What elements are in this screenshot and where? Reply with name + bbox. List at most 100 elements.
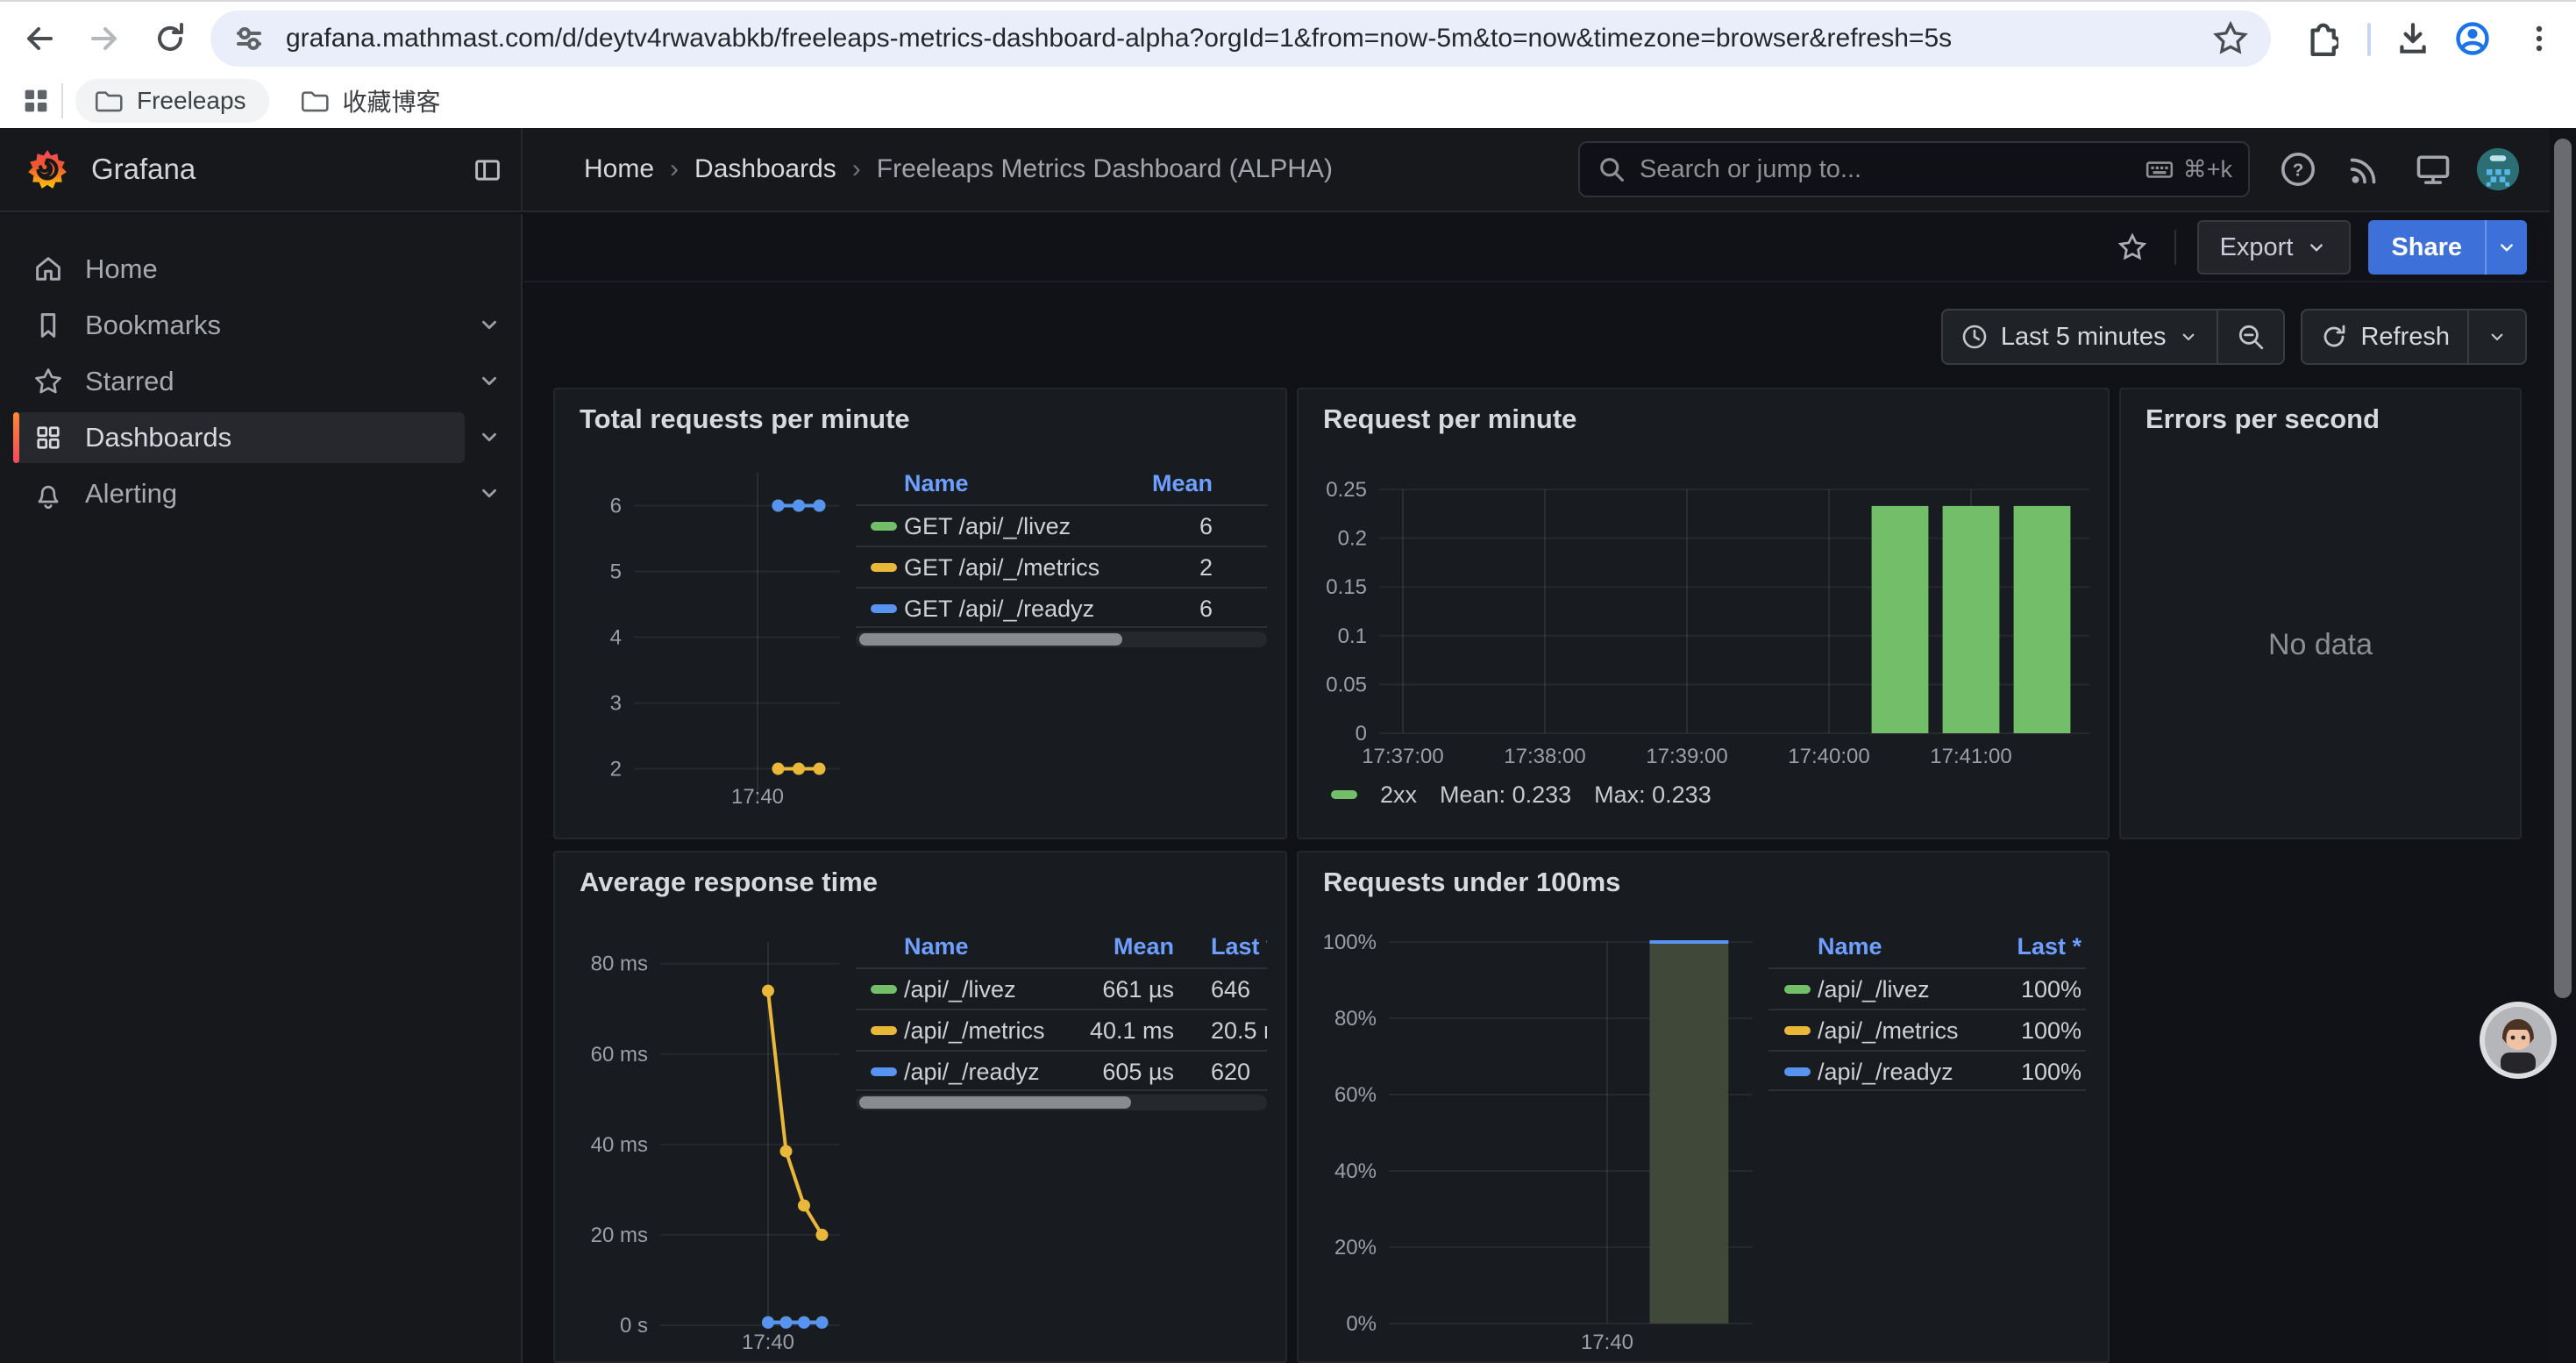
chevron-down-icon[interactable]: [476, 424, 502, 450]
sidebar-item-home[interactable]: Home: [13, 244, 465, 295]
data-point[interactable]: [762, 985, 774, 997]
share-button[interactable]: Share: [2368, 220, 2485, 275]
data-point[interactable]: [772, 500, 785, 512]
x-tick-label: 17:40:00: [1788, 745, 1869, 768]
share-button-group: Share: [2368, 220, 2527, 275]
browser-forward-button[interactable]: [84, 18, 126, 60]
legend-table-row[interactable]: /api/_/readyz100%: [1768, 1050, 2086, 1091]
data-point[interactable]: [816, 1317, 829, 1329]
legend-table-row[interactable]: /api/_/livez661 µs646: [856, 967, 1267, 1009]
browser-reload-button[interactable]: [149, 18, 191, 60]
legend-hscrollbar-thumb[interactable]: [859, 1096, 1131, 1109]
url-bar[interactable]: grafana.mathmast.com/d/deytv4rwavabkb/fr…: [210, 11, 2271, 67]
grafana-brand[interactable]: Grafana: [26, 148, 196, 190]
refresh-interval-dropdown[interactable]: [2467, 310, 2525, 363]
column-header[interactable]: Mean: [856, 463, 1213, 504]
data-point[interactable]: [816, 1229, 829, 1241]
data-point[interactable]: [798, 1199, 810, 1211]
bar[interactable]: [2014, 506, 2071, 733]
page-scrollbar[interactable]: [2550, 128, 2576, 1363]
reload-icon: [153, 21, 188, 56]
chevron-down-icon[interactable]: [476, 368, 502, 394]
chevron-down-icon[interactable]: [476, 311, 502, 338]
legend-hscrollbar[interactable]: [856, 1095, 1267, 1110]
chevron-down-icon[interactable]: [476, 480, 502, 506]
clock-icon: [1960, 323, 1989, 351]
legend-hscrollbar[interactable]: [856, 632, 1267, 647]
sidebar-item-bookmarks[interactable]: Bookmarks: [13, 300, 465, 351]
browser-back-button[interactable]: [18, 18, 60, 60]
legend-series-label[interactable]: 2xx: [1380, 781, 1417, 809]
legend-table-row[interactable]: GET /api/_/livez6: [856, 504, 1267, 546]
site-settings-icon[interactable]: [231, 21, 267, 56]
apps-button[interactable]: [19, 84, 53, 118]
news-button[interactable]: [2343, 147, 2387, 191]
url-text[interactable]: grafana.mathmast.com/d/deytv4rwavabkb/fr…: [286, 24, 2211, 54]
data-point[interactable]: [780, 1145, 793, 1158]
dock-menu-button[interactable]: [468, 151, 507, 189]
legend-table-row[interactable]: /api/_/readyz605 µs620: [856, 1050, 1267, 1091]
apps-grid-icon: [32, 422, 64, 453]
column-header[interactable]: Last *: [1211, 926, 1267, 967]
legend-hscrollbar-thumb[interactable]: [859, 633, 1122, 646]
legend-stat: Mean: 0.233: [1440, 781, 1571, 809]
bookmark-folder[interactable]: 收藏博客: [281, 79, 464, 123]
legend-table-row[interactable]: GET /api/_/metrics2: [856, 546, 1267, 587]
profile-button[interactable]: [2451, 18, 2494, 60]
scrollbar-thumb[interactable]: [2554, 139, 2572, 998]
legend-table-row[interactable]: /api/_/metrics100%: [1768, 1009, 2086, 1050]
breadcrumb-item[interactable]: Dashboards: [694, 154, 836, 184]
time-range-picker[interactable]: Last 5 minutes: [1943, 310, 2217, 363]
downloads-button[interactable]: [2392, 18, 2434, 60]
sidebar-item-dashboards[interactable]: Dashboards: [13, 412, 465, 463]
data-point[interactable]: [772, 763, 785, 775]
x-tick-label: 17:41:00: [1930, 745, 2011, 768]
bookmark-folder[interactable]: Freeleaps: [75, 79, 269, 123]
data-point[interactable]: [798, 1317, 810, 1329]
column-header[interactable]: Last *: [1768, 926, 2081, 967]
floating-assistant-avatar[interactable]: [2480, 1002, 2557, 1079]
bar[interactable]: [1943, 506, 2000, 733]
panel-errors-per-second[interactable]: Errors per secondNo data: [2119, 388, 2522, 839]
bell-icon: [32, 478, 64, 510]
data-point[interactable]: [793, 500, 805, 512]
panel-average-response-time[interactable]: Average response time80 ms60 ms40 ms20 m…: [553, 851, 1287, 1363]
sidebar-item-starred[interactable]: Starred: [13, 356, 465, 407]
zoom-out-time-button[interactable]: [2217, 310, 2283, 363]
share-dropdown-button[interactable]: [2485, 220, 2527, 275]
user-avatar[interactable]: [2476, 147, 2520, 191]
data-point[interactable]: [793, 763, 805, 775]
panel-title[interactable]: Errors per second: [2145, 403, 2380, 435]
y-tick-label: 0%: [1346, 1312, 1377, 1336]
sidebar-item-alerting[interactable]: Alerting: [13, 468, 465, 519]
series-line[interactable]: [768, 991, 822, 1235]
data-point[interactable]: [814, 763, 826, 775]
series-value: 661 µs: [856, 969, 1174, 1010]
legend-table-row[interactable]: /api/_/metrics40.1 ms20.5 ms: [856, 1009, 1267, 1050]
column-header[interactable]: Mean: [856, 926, 1174, 967]
display-button[interactable]: [2411, 147, 2455, 191]
help-button[interactable]: ?: [2276, 147, 2320, 191]
export-button-label: Export: [2220, 233, 2294, 262]
panel-requests-under-100ms[interactable]: Requests under 100ms100%80%60%40%20%0%17…: [1297, 851, 2110, 1363]
legend-table-row[interactable]: GET /api/_/readyz6: [856, 587, 1267, 628]
panel-request-per-minute[interactable]: Request per minute0.250.20.150.10.05017:…: [1297, 388, 2110, 839]
bar[interactable]: [1872, 506, 1929, 733]
breadcrumb-item[interactable]: Home: [584, 154, 654, 184]
data-point[interactable]: [762, 1317, 774, 1329]
extensions-button[interactable]: [2299, 18, 2341, 60]
data-point[interactable]: [780, 1317, 793, 1329]
bookmark-folder-label: 收藏博客: [343, 83, 441, 118]
favorite-dashboard-button[interactable]: [2111, 226, 2153, 268]
data-point[interactable]: [814, 500, 826, 512]
browser-menu-button[interactable]: [2518, 18, 2560, 60]
search-icon: [1596, 153, 1627, 185]
area-fill[interactable]: [1649, 942, 1728, 1324]
panel-total-requests-per-minute[interactable]: Total requests per minute6543217:40NameM…: [553, 388, 1287, 839]
bookmark-star-icon[interactable]: [2211, 19, 2250, 58]
search-input[interactable]: Search or jump to... ⌘+k: [1578, 141, 2250, 197]
breadcrumb: Home›Dashboards›Freeleaps Metrics Dashbo…: [584, 128, 1333, 211]
refresh-button[interactable]: Refresh: [2302, 310, 2467, 363]
legend-table-row[interactable]: /api/_/livez100%: [1768, 967, 2086, 1009]
export-button[interactable]: Export: [2197, 220, 2352, 275]
